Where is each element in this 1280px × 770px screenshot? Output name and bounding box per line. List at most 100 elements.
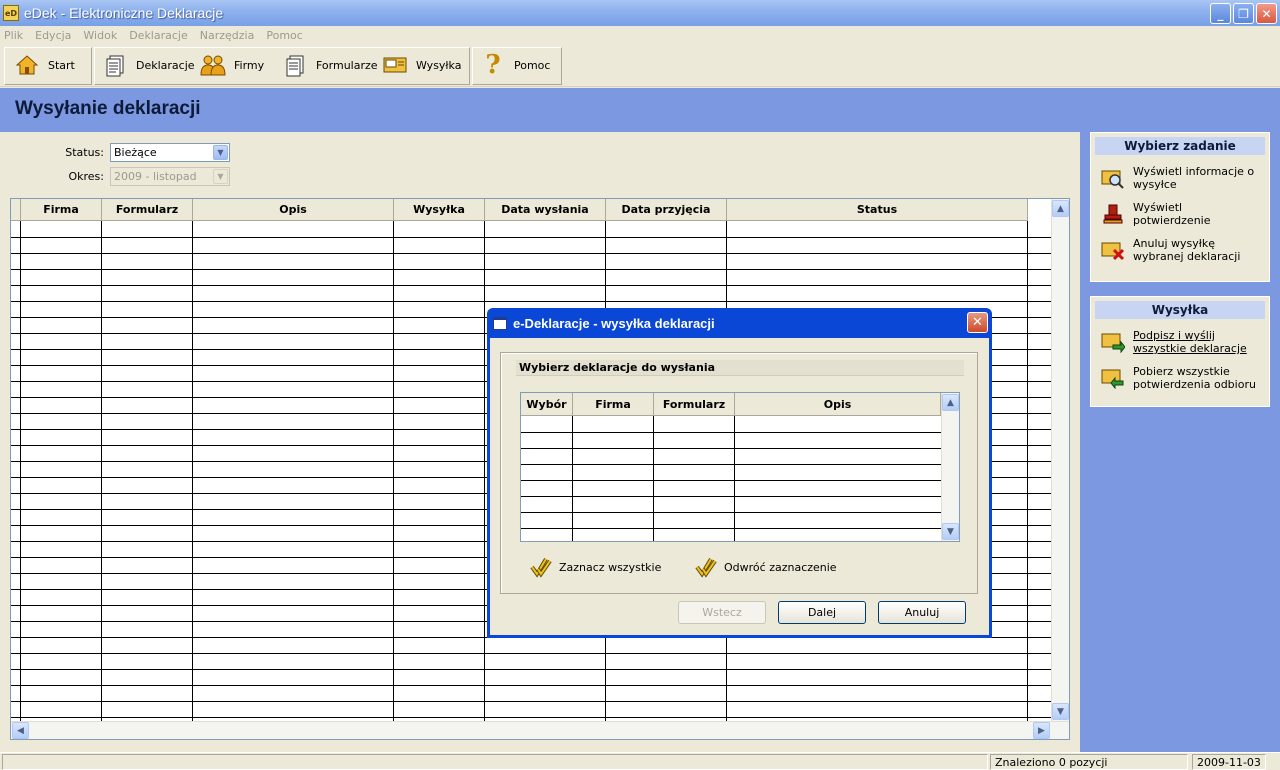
select-all-action[interactable]: Zaznacz wszystkie	[530, 556, 661, 578]
dialog-close-button[interactable]: ✕	[967, 312, 988, 333]
send-icon	[1101, 330, 1125, 354]
send-panel-title: Wysyłka	[1095, 301, 1265, 319]
scroll-down-icon[interactable]: ▼	[942, 523, 959, 540]
start-button[interactable]: Start	[14, 51, 75, 79]
dialog-table[interactable]: Wybór Firma Formularz Opis ▲ ▼	[520, 392, 960, 542]
cancel-button[interactable]: Anuluj	[878, 601, 966, 624]
scroll-left-icon[interactable]: ◀	[12, 722, 29, 739]
wysylka-label: Wysyłka	[416, 58, 462, 72]
status-select[interactable]: Bieżące ▼	[110, 143, 230, 162]
double-check-icon	[530, 556, 552, 578]
window-icon	[493, 316, 507, 330]
column-header-wybor[interactable]: Wybór	[521, 393, 573, 415]
deklaracje-label: Deklaracje	[136, 58, 195, 72]
table-vertical-scrollbar[interactable]: ▲ ▼	[1051, 199, 1069, 721]
status-bar: Znaleziono 0 pozycji 2009-11-03	[0, 752, 1280, 770]
status-label: Status:	[65, 146, 104, 159]
table-header: Firma Formularz Opis Wysyłka Data wysłan…	[11, 199, 1028, 221]
chevron-down-icon[interactable]: ▼	[213, 145, 228, 160]
window-title-bar: eD eDek - Elektroniczne Deklaracje _ ❐ ✕	[0, 0, 1280, 26]
app-icon: eD	[3, 5, 19, 21]
column-header-status[interactable]: Status	[727, 199, 1028, 220]
dialog-body: Wybierz deklaracje do wysłania Wybór Fir…	[490, 338, 989, 635]
column-header-formularz[interactable]: Formularz	[654, 393, 735, 415]
firmy-label: Firmy	[234, 58, 265, 72]
show-send-info-action[interactable]: Wyświetl informacje o wysyłce	[1091, 161, 1269, 197]
receive-all-confirmations-action[interactable]: Pobierz wszystkie potwierdzenia odbioru	[1091, 361, 1269, 397]
scroll-up-icon[interactable]: ▲	[942, 394, 959, 411]
envelope-icon	[382, 52, 408, 78]
pomoc-button[interactable]: ? Pomoc	[480, 50, 550, 80]
show-confirmation-label: Wyświetl potwierdzenie	[1133, 201, 1211, 227]
restore-button[interactable]: ❐	[1233, 3, 1254, 24]
okres-label: Okres:	[68, 170, 104, 183]
invert-selection-action[interactable]: Odwróć zaznaczenie	[695, 556, 837, 578]
receive-all-confirmations-label: Pobierz wszystkie potwierdzenia odbioru	[1133, 365, 1256, 391]
start-label: Start	[48, 58, 75, 72]
menu-plik[interactable]: Plik	[4, 29, 23, 42]
menu-edycja[interactable]: Edycja	[35, 29, 71, 42]
toolbar: Start Deklaracje Firmy Formularze Wysyłk…	[0, 45, 1280, 87]
menu-narzedzia[interactable]: Narzędzia	[200, 29, 255, 42]
menu-bar: Plik Edycja Widok Deklaracje Narzędzia P…	[0, 26, 1280, 44]
show-confirmation-action[interactable]: Wyświetl potwierdzenie	[1091, 197, 1269, 233]
scroll-down-icon[interactable]: ▼	[1052, 703, 1069, 720]
status-count: Znaleziono 0 pozycji	[990, 754, 1188, 770]
home-icon	[14, 52, 40, 78]
okres-select: 2009 - listopad ▼	[110, 167, 230, 186]
deklaracje-button[interactable]: Deklaracje	[102, 51, 195, 79]
wysylka-button[interactable]: Wysyłka	[382, 51, 461, 79]
table-horizontal-scrollbar[interactable]: ◀ ▶	[11, 721, 1069, 739]
back-button[interactable]: Wstecz	[678, 601, 766, 624]
formularze-button[interactable]: Formularze	[282, 51, 378, 79]
cancel-send-action[interactable]: Anuluj wysyłkę wybranej deklaracji	[1091, 233, 1269, 269]
status-date: 2009-11-03	[1192, 754, 1266, 770]
cancel-send-label: Anuluj wysyłkę wybranej deklaracji	[1133, 237, 1241, 263]
scroll-right-icon[interactable]: ▶	[1033, 722, 1050, 739]
page-title: Wysyłanie deklaracji	[15, 98, 201, 119]
select-all-label: Zaznacz wszystkie	[559, 560, 662, 574]
column-header-opis[interactable]: Opis	[735, 393, 941, 415]
task-panel-title: Wybierz zadanie	[1095, 137, 1265, 155]
column-header-firma[interactable]: Firma	[21, 199, 102, 220]
close-button[interactable]: ✕	[1256, 3, 1277, 24]
okres-row: Okres: 2009 - listopad ▼	[0, 167, 230, 186]
receive-icon	[1101, 366, 1125, 390]
double-check-icon	[695, 556, 717, 578]
invert-selection-label: Odwróć zaznaczenie	[724, 560, 837, 574]
scroll-up-icon[interactable]: ▲	[1052, 200, 1069, 217]
document-icon	[102, 52, 128, 78]
dialog-section-title: Wybierz deklaracje do wysłania	[516, 360, 964, 376]
okres-value: 2009 - listopad	[114, 170, 197, 183]
status-value: Bieżące	[114, 146, 157, 159]
menu-pomoc[interactable]: Pomoc	[266, 29, 302, 42]
sign-and-send-all-action[interactable]: Podpisz i wyślij wszystkie deklaracje	[1091, 325, 1269, 361]
dialog-title-bar: e-Deklaracje - wysyłka deklaracji	[490, 308, 989, 338]
formularze-label: Formularze	[316, 58, 378, 72]
column-header-data-przyjecia[interactable]: Data przyjęcia	[606, 199, 727, 220]
send-dialog: e-Deklaracje - wysyłka deklaracji ✕ Wybi…	[487, 308, 992, 638]
help-icon: ?	[485, 50, 501, 80]
dialog-table-scrollbar[interactable]: ▲ ▼	[941, 393, 959, 541]
menu-widok[interactable]: Widok	[83, 29, 117, 42]
cancel-send-icon	[1101, 238, 1125, 262]
column-header-wysylka[interactable]: Wysyłka	[394, 199, 485, 220]
dialog-title: e-Deklaracje - wysyłka deklaracji	[513, 315, 715, 331]
sign-and-send-all-label: Podpisz i wyślij wszystkie deklaracje	[1133, 329, 1247, 355]
column-header-opis[interactable]: Opis	[193, 199, 394, 220]
chevron-down-icon: ▼	[213, 169, 228, 184]
column-header-data-wyslania[interactable]: Data wysłania	[485, 199, 606, 220]
column-header-firma[interactable]: Firma	[573, 393, 654, 415]
menu-deklaracje[interactable]: Deklaracje	[129, 29, 188, 42]
next-button[interactable]: Dalej	[778, 601, 866, 624]
users-icon	[200, 52, 226, 78]
dialog-frame: Wybierz deklaracje do wysłania Wybór Fir…	[500, 352, 978, 594]
row-indicator-header	[11, 199, 21, 220]
firmy-button[interactable]: Firmy	[200, 51, 264, 79]
status-bar-main	[2, 754, 988, 770]
dialog-table-header: Wybór Firma Formularz Opis	[521, 393, 941, 416]
minimize-button[interactable]: _	[1210, 3, 1231, 24]
window-title: eDek - Elektroniczne Deklaracje	[24, 5, 224, 21]
column-header-formularz[interactable]: Formularz	[102, 199, 193, 220]
status-row: Status: Bieżące ▼	[0, 143, 230, 162]
